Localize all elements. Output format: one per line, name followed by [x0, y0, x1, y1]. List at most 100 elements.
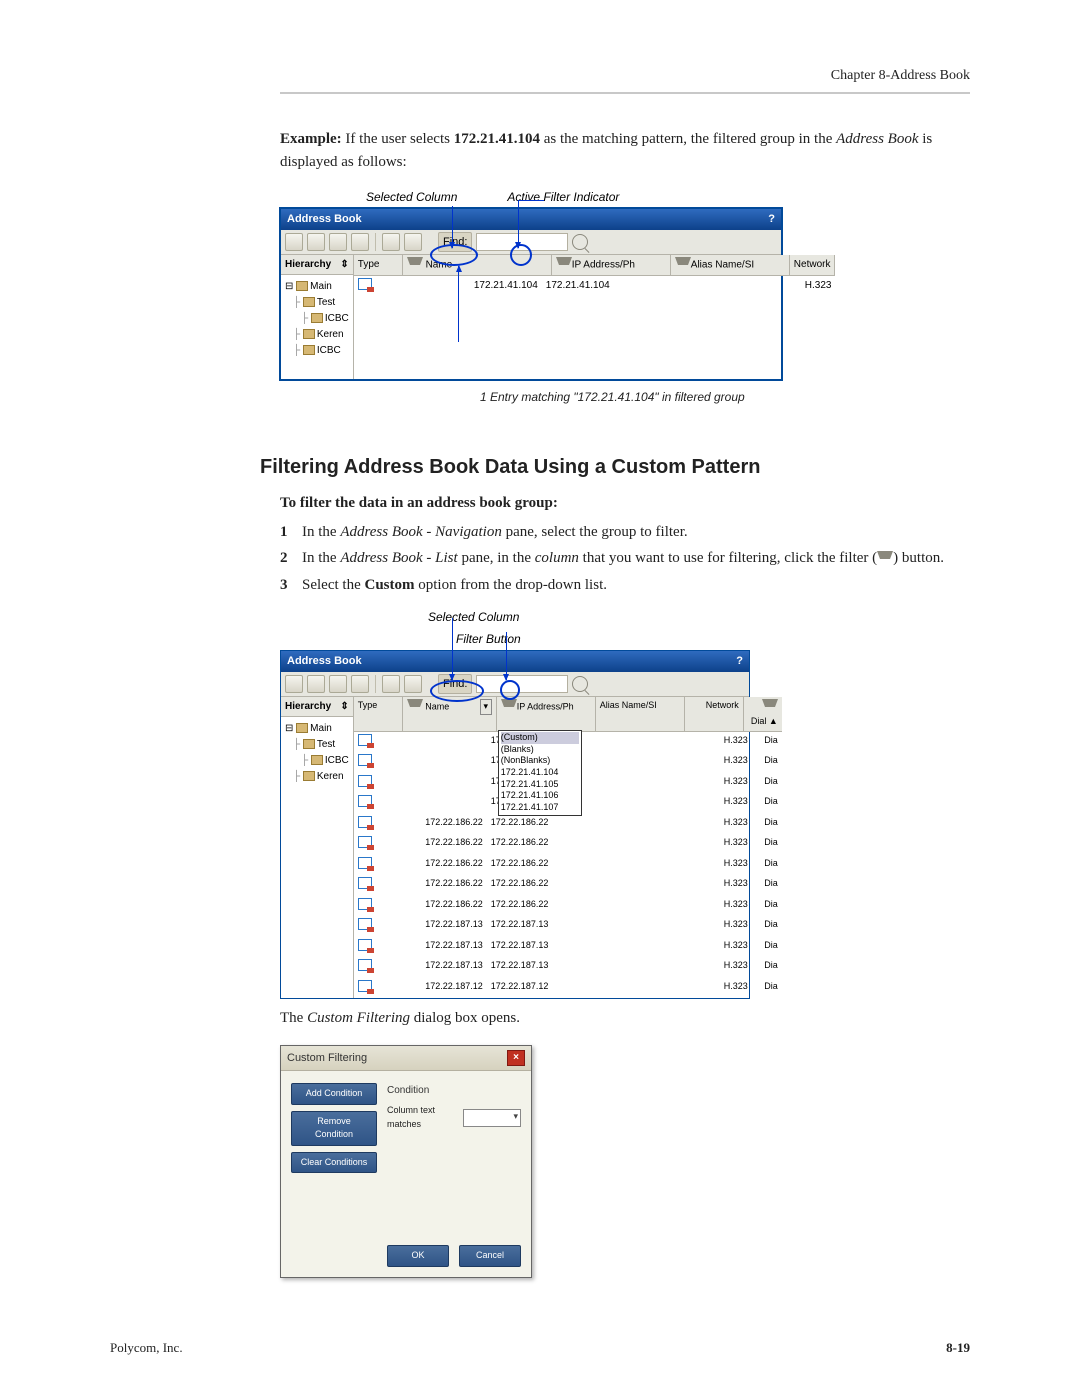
- callout-conn-2: [518, 200, 544, 201]
- cell-dial: Dia: [748, 836, 778, 853]
- tree-main[interactable]: Main: [310, 281, 332, 292]
- col-network[interactable]: Network: [790, 255, 836, 275]
- cell-network: H.323: [661, 775, 748, 792]
- filter-icon[interactable]: [407, 257, 423, 273]
- col-name[interactable]: Name ▾: [403, 697, 497, 731]
- search-icon[interactable]: [572, 676, 588, 692]
- participant-icon: [358, 877, 372, 889]
- table-row[interactable]: 172.21.41.104 172.21.41.104 H.323: [354, 276, 836, 297]
- toolbar-icon-1[interactable]: [285, 233, 303, 251]
- col-ip[interactable]: IP Address/Ph: [497, 697, 596, 731]
- cell-ip: 172.22.186.22: [491, 836, 581, 853]
- filter-icon[interactable]: [675, 257, 691, 273]
- condition-value-select[interactable]: [463, 1109, 521, 1127]
- toolbar-icon[interactable]: [382, 675, 400, 693]
- toolbar-icon-5[interactable]: [382, 233, 400, 251]
- toolbar-icon[interactable]: [285, 675, 303, 693]
- dropdown-item[interactable]: 172.21.41.107: [501, 802, 579, 814]
- dropdown-item-blanks[interactable]: (Blanks): [501, 744, 579, 756]
- col-network[interactable]: Network: [685, 697, 744, 731]
- toolbar-icon[interactable]: [329, 675, 347, 693]
- cell-network: H.323: [661, 754, 748, 771]
- filter-icon[interactable]: [407, 699, 423, 715]
- example-prefix: Example:: [280, 131, 342, 147]
- participant-icon: [358, 836, 372, 848]
- tree-test[interactable]: Test: [317, 297, 335, 308]
- tree-keren[interactable]: Keren: [317, 771, 344, 782]
- toolbar-icon-3[interactable]: [329, 233, 347, 251]
- step-2: In the Address Book - List pane, in the …: [302, 547, 944, 570]
- find-input[interactable]: [476, 233, 568, 251]
- after-sc2-text: The Custom Filtering dialog box opens.: [280, 1007, 970, 1030]
- add-condition-button[interactable]: Add Condition: [291, 1083, 377, 1105]
- sc2-title: Address Book: [287, 653, 362, 670]
- dropdown-item-custom[interactable]: (Custom): [501, 732, 579, 744]
- folder-icon: [303, 297, 315, 307]
- dropdown-item[interactable]: 172.21.41.105: [501, 779, 579, 791]
- col-name[interactable]: Name: [403, 255, 552, 275]
- ok-button[interactable]: OK: [387, 1245, 449, 1267]
- sort-icon[interactable]: ⇕: [340, 699, 348, 714]
- section-heading: Filtering Address Book Data Using a Cust…: [260, 452, 970, 482]
- tree-icbc[interactable]: ICBC: [325, 313, 349, 324]
- table-row[interactable]: 172.22.186.22172.22.186.22H.323Dia: [354, 814, 782, 835]
- filter-icon[interactable]: [556, 257, 572, 273]
- toolbar-icon[interactable]: [404, 675, 422, 693]
- table-row[interactable]: 172.22.186.22172.22.186.22H.323Dia: [354, 834, 782, 855]
- sort-icon[interactable]: ⇕: [340, 257, 348, 272]
- folder-icon: [296, 281, 308, 291]
- tree-keren[interactable]: Keren: [317, 329, 344, 340]
- table-row[interactable]: 172.22.187.13172.22.187.13H.323Dia: [354, 937, 782, 958]
- col-dial[interactable]: Dial ▲: [744, 697, 782, 731]
- cell-network: H.323: [766, 278, 832, 295]
- cell-ip: 172.22.187.12: [491, 980, 581, 997]
- dropdown-item[interactable]: 172.21.41.104: [501, 767, 579, 779]
- toolbar-icon-6[interactable]: [404, 233, 422, 251]
- callout2-btn: Filter Button: [456, 630, 970, 648]
- col-type[interactable]: Type: [354, 697, 403, 731]
- cell-network: H.323: [661, 795, 748, 812]
- cell-network: H.323: [661, 857, 748, 874]
- col-type[interactable]: Type: [354, 255, 403, 275]
- table-row[interactable]: 172.22.186.22172.22.186.22H.323Dia: [354, 875, 782, 896]
- cancel-button[interactable]: Cancel: [459, 1245, 521, 1267]
- tree-icbc[interactable]: ICBC: [325, 755, 349, 766]
- dropdown-item-nonblanks[interactable]: (NonBlanks): [501, 755, 579, 767]
- toolbar-icon[interactable]: [307, 675, 325, 693]
- search-icon[interactable]: [572, 234, 588, 250]
- cell-dial: Dia: [748, 795, 778, 812]
- clear-conditions-button[interactable]: Clear Conditions: [291, 1152, 377, 1174]
- table-row[interactable]: 172.22.187.12172.22.187.12H.323Dia: [354, 978, 782, 999]
- toolbar-icon[interactable]: [351, 675, 369, 693]
- remove-condition-button[interactable]: Remove Condition: [291, 1111, 377, 1146]
- toolbar-icon-4[interactable]: [351, 233, 369, 251]
- callouts-1: Selected Column Active Filter Indicator: [366, 188, 970, 206]
- cell-network: H.323: [661, 959, 748, 976]
- chevron-down-icon[interactable]: ▾: [480, 699, 492, 715]
- col-ip[interactable]: IP Address/Ph: [552, 255, 671, 275]
- hierarchy-col[interactable]: Hierarchy: [285, 699, 331, 714]
- table-row[interactable]: 172.22.187.13172.22.187.13H.323Dia: [354, 916, 782, 937]
- cell-alias: [581, 754, 661, 771]
- filter-icon[interactable]: [501, 699, 517, 715]
- table-row[interactable]: 172.22.186.22172.22.186.22H.323Dia: [354, 896, 782, 917]
- find-input[interactable]: [476, 675, 568, 693]
- hierarchy-col[interactable]: Hierarchy: [285, 257, 331, 272]
- close-icon[interactable]: ×: [507, 1050, 525, 1066]
- cell-alias: [581, 857, 661, 874]
- table-row[interactable]: 172.22.186.22172.22.186.22H.323Dia: [354, 855, 782, 876]
- folder-icon: [303, 739, 315, 749]
- col-alias[interactable]: Alias Name/SI: [671, 255, 790, 275]
- table-row[interactable]: 172.22.187.13172.22.187.13H.323Dia: [354, 957, 782, 978]
- participant-icon: [358, 898, 372, 910]
- filter-icon[interactable]: [762, 699, 778, 715]
- cell-alias: [581, 877, 661, 894]
- toolbar-icon-2[interactable]: [307, 233, 325, 251]
- step-1: In the Address Book - Navigation pane, s…: [302, 521, 688, 544]
- procedure-steps: 1In the Address Book - Navigation pane, …: [280, 521, 970, 597]
- tree-icbc2[interactable]: ICBC: [317, 345, 341, 356]
- col-alias[interactable]: Alias Name/SI: [596, 697, 685, 731]
- dropdown-item[interactable]: 172.21.41.106: [501, 790, 579, 802]
- tree-test[interactable]: Test: [317, 739, 335, 750]
- tree-main[interactable]: Main: [310, 723, 332, 734]
